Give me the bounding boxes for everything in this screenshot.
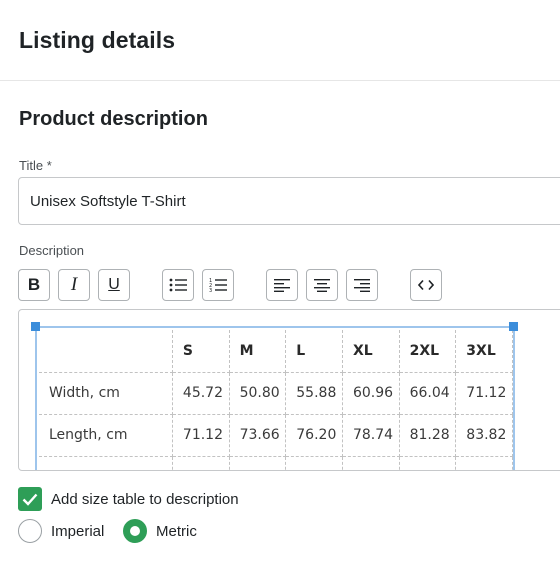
table-cell-empty bbox=[171, 455, 230, 470]
size-table: S M L XL 2XL 3XL Width, cm 45.72 50.80 5… bbox=[39, 330, 513, 470]
table-row: Width, cm 45.72 50.80 55.88 60.96 66.04 … bbox=[39, 371, 513, 415]
bulleted-list-button[interactable] bbox=[162, 269, 194, 301]
underline-button[interactable]: U bbox=[98, 269, 130, 301]
table-cell: 81.28 bbox=[398, 413, 457, 457]
table-cell: 71.12 bbox=[455, 371, 513, 415]
table-cell: 78.74 bbox=[341, 413, 400, 457]
section-title: Product description bbox=[19, 108, 208, 130]
table-header-cell: M bbox=[228, 330, 287, 373]
align-center-icon bbox=[314, 279, 330, 292]
resize-handle-top-right[interactable] bbox=[509, 322, 518, 331]
page-header: Listing details bbox=[0, 0, 560, 81]
add-size-table-option[interactable]: Add size table to description bbox=[18, 487, 239, 511]
title-label: Title * bbox=[19, 158, 52, 173]
table-cell-empty bbox=[455, 455, 513, 470]
table-header-cell: S bbox=[171, 330, 230, 373]
imperial-radio[interactable] bbox=[18, 519, 42, 543]
page-title: Listing details bbox=[19, 27, 176, 53]
underline-icon: U bbox=[108, 276, 120, 293]
unit-option-imperial[interactable]: Imperial bbox=[18, 518, 104, 544]
description-editor[interactable]: S M L XL 2XL 3XL Width, cm 45.72 50.80 5… bbox=[18, 309, 560, 471]
table-cell: 55.88 bbox=[285, 371, 343, 415]
table-row-label: Width, cm bbox=[39, 371, 173, 415]
unit-option-metric[interactable]: Metric bbox=[123, 518, 197, 544]
table-cell-empty bbox=[39, 455, 173, 470]
italic-icon: I bbox=[70, 274, 78, 295]
align-left-icon bbox=[274, 279, 290, 292]
table-row: Length, cm 71.12 73.66 76.20 78.74 81.28… bbox=[39, 413, 513, 457]
title-input[interactable] bbox=[18, 177, 560, 225]
table-row bbox=[39, 455, 513, 470]
add-size-table-label: Add size table to description bbox=[51, 490, 239, 508]
table-cell: 73.66 bbox=[228, 413, 287, 457]
table-cell: 66.04 bbox=[398, 371, 457, 415]
table-cell: 83.82 bbox=[455, 413, 513, 457]
table-cell-empty bbox=[341, 455, 400, 470]
add-size-table-checkbox[interactable] bbox=[18, 487, 42, 511]
bold-icon: B bbox=[27, 275, 41, 294]
bulleted-list-icon bbox=[169, 278, 187, 292]
metric-radio[interactable] bbox=[123, 519, 147, 543]
resize-handle-top-left[interactable] bbox=[31, 322, 40, 331]
table-cell-empty bbox=[228, 455, 287, 470]
align-right-button[interactable] bbox=[346, 269, 378, 301]
table-cell: 71.12 bbox=[171, 413, 230, 457]
align-center-button[interactable] bbox=[306, 269, 338, 301]
imperial-label: Imperial bbox=[51, 522, 105, 540]
table-row-label: Length, cm bbox=[39, 413, 173, 457]
table-header-cell bbox=[39, 330, 173, 373]
description-label: Description bbox=[19, 243, 85, 258]
italic-button[interactable]: I bbox=[58, 269, 90, 301]
table-header-cell: 3XL bbox=[455, 330, 513, 373]
metric-label: Metric bbox=[156, 522, 197, 540]
table-cell-empty bbox=[285, 455, 343, 470]
table-header-cell: L bbox=[285, 330, 343, 373]
align-left-button[interactable] bbox=[266, 269, 298, 301]
table-header-cell: 2XL bbox=[398, 330, 457, 373]
bold-button[interactable]: B bbox=[18, 269, 50, 301]
checkmark-icon bbox=[22, 493, 38, 506]
code-view-icon bbox=[418, 279, 434, 291]
table-cell: 45.72 bbox=[171, 371, 230, 415]
table-cell-empty bbox=[398, 455, 457, 470]
align-right-icon bbox=[354, 279, 370, 292]
code-view-button[interactable] bbox=[410, 269, 442, 301]
svg-text:3: 3 bbox=[209, 288, 212, 293]
numbered-list-icon: 1 2 3 bbox=[209, 278, 227, 293]
table-cell: 76.20 bbox=[285, 413, 343, 457]
table-header-row: S M L XL 2XL 3XL bbox=[39, 330, 513, 373]
numbered-list-button[interactable]: 1 2 3 bbox=[202, 269, 234, 301]
size-table-selection[interactable]: S M L XL 2XL 3XL Width, cm 45.72 50.80 5… bbox=[35, 326, 515, 470]
table-header-cell: XL bbox=[341, 330, 400, 373]
table-cell: 60.96 bbox=[341, 371, 400, 415]
table-cell: 50.80 bbox=[228, 371, 287, 415]
